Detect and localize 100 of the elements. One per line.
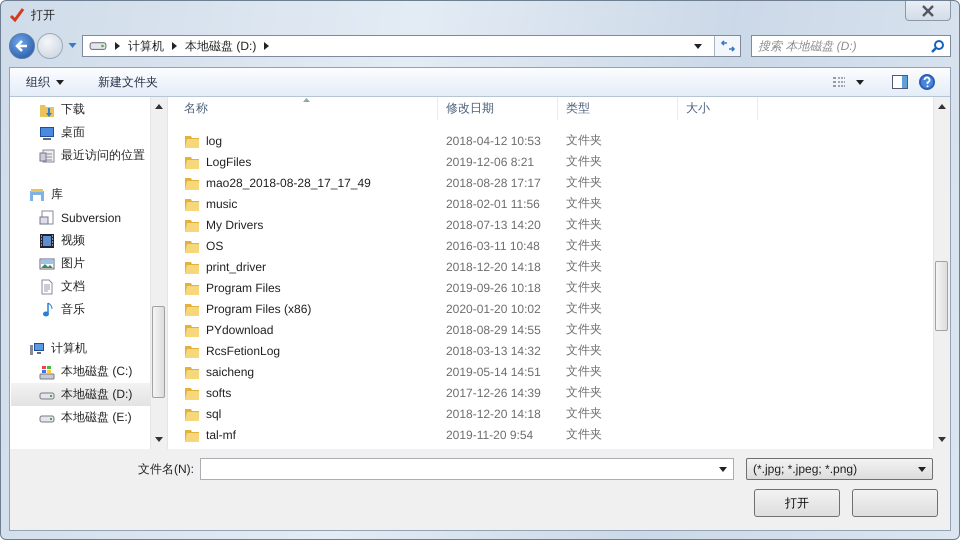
- table-cell: 文件夹: [566, 237, 602, 254]
- organize-button[interactable]: 组织: [20, 70, 70, 94]
- file-name[interactable]: sql: [206, 406, 222, 420]
- film-icon: [39, 232, 55, 248]
- scroll-down-arrow-icon[interactable]: [155, 437, 163, 442]
- scrollbar[interactable]: [150, 97, 167, 449]
- back-button[interactable]: [9, 33, 35, 59]
- picture-icon: [39, 256, 55, 272]
- computer-icon: [29, 340, 45, 356]
- filename-field[interactable]: [200, 458, 734, 480]
- table-cell: 文件夹: [566, 258, 602, 275]
- file-name[interactable]: mao28_2018-08-28_17_17_49: [206, 176, 371, 190]
- checkmark-icon: [9, 7, 25, 23]
- scrollbar-thumb[interactable]: [152, 306, 165, 398]
- library-icon: [29, 186, 45, 202]
- filename-label: 文件名(N):: [137, 460, 194, 478]
- dropdown-caret-icon: [918, 466, 926, 472]
- sidebar-item[interactable]: 视频: [11, 229, 150, 252]
- sidebar-item[interactable]: 图片: [11, 252, 150, 275]
- file-name[interactable]: softs: [206, 386, 232, 400]
- refresh-button[interactable]: [714, 36, 740, 56]
- sidebar-item[interactable]: 本地磁盘 (D:): [11, 383, 150, 406]
- file-name[interactable]: Program Files: [206, 280, 281, 294]
- breadcrumb[interactable]: 本地磁盘 (D:): [185, 38, 256, 54]
- table-cell: 文件夹: [566, 363, 602, 380]
- column-header[interactable]: 名称: [168, 97, 438, 120]
- sidebar-item[interactable]: 桌面: [11, 121, 150, 144]
- table-cell: 2018-12-20 14:18: [446, 260, 541, 274]
- caret-icon[interactable]: [856, 80, 864, 84]
- table-cell: 2018-04-12 10:53: [446, 134, 541, 148]
- table-cell: 文件夹: [566, 279, 602, 296]
- close-button[interactable]: [905, 1, 951, 21]
- sidebar-item[interactable]: 本地磁盘 (C:): [11, 360, 150, 383]
- table-cell: 2018-12-20 14:18: [446, 406, 541, 420]
- table-cell: 文件夹: [566, 384, 602, 401]
- sidebar-item[interactable]: 计算机: [11, 337, 150, 360]
- drive-icon: [89, 40, 107, 52]
- file-name[interactable]: OS: [206, 238, 224, 252]
- table-cell: 文件夹: [566, 342, 602, 359]
- file-name[interactable]: music: [206, 196, 238, 210]
- table-cell: 文件夹: [566, 174, 602, 191]
- file-name[interactable]: PYdownload: [206, 322, 274, 336]
- scroll-up-arrow-icon[interactable]: [155, 104, 163, 109]
- file-name[interactable]: print_driver: [206, 260, 266, 274]
- sidebar-item[interactable]: 音乐: [11, 298, 150, 321]
- file-name[interactable]: Program Files (x86): [206, 302, 312, 316]
- breadcrumb[interactable]: 计算机: [128, 38, 164, 54]
- dialog-button[interactable]: [852, 489, 938, 517]
- close-icon: [921, 4, 935, 16]
- preview-pane-icon[interactable]: [892, 75, 908, 89]
- back-arrow-icon: [14, 38, 30, 54]
- dropdown-caret-icon[interactable]: [694, 44, 702, 48]
- open-button[interactable]: 打开: [754, 489, 840, 517]
- table-cell: 文件夹: [566, 216, 602, 233]
- sidebar-item[interactable]: 库: [11, 183, 150, 206]
- sidebar-item[interactable]: 本地磁盘 (E:): [11, 406, 150, 429]
- file-name[interactable]: tal-mf: [206, 428, 236, 442]
- sidebar-item[interactable]: 文档: [11, 275, 150, 298]
- table-cell: 2019-05-14 14:51: [446, 364, 541, 378]
- table-cell: 文件夹: [566, 321, 602, 338]
- new-folder-button[interactable]: 新建文件夹: [92, 70, 164, 94]
- document-icon: [39, 278, 55, 294]
- scrollbar[interactable]: [933, 97, 950, 449]
- table-cell: 文件夹: [566, 405, 602, 422]
- help-icon[interactable]: [918, 73, 936, 91]
- window-title: 打开: [31, 6, 55, 24]
- chevron-icon[interactable]: [115, 42, 120, 50]
- chevron-icon[interactable]: [172, 42, 177, 50]
- sidebar-item[interactable]: 下载: [11, 98, 150, 121]
- file-name[interactable]: saicheng: [206, 364, 254, 378]
- table-cell: 2018-03-13 14:32: [446, 344, 541, 358]
- table-cell: 2018-02-01 11:56: [446, 196, 540, 210]
- file-name[interactable]: log: [206, 134, 222, 148]
- sidebar-item[interactable]: Subversion: [11, 206, 150, 229]
- sidebar-item[interactable]: 最近访问的位置: [11, 144, 150, 167]
- file-name[interactable]: RcsFetionLog: [206, 344, 280, 358]
- view-list-icon[interactable]: [832, 76, 846, 88]
- table-cell: 文件夹: [566, 300, 602, 317]
- file-name[interactable]: LogFiles: [206, 154, 252, 168]
- scroll-up-arrow-icon[interactable]: [938, 104, 946, 109]
- table-cell: 文件夹: [566, 195, 602, 212]
- scrollbar-thumb[interactable]: [935, 261, 948, 331]
- file-type-dropdown[interactable]: (*.jpg; *.jpeg; *.png): [746, 458, 933, 480]
- caret-icon: [56, 80, 64, 84]
- table-cell: 2016-03-11 10:48: [446, 238, 540, 252]
- system-drive-icon: [39, 364, 55, 380]
- document-library-icon: [39, 210, 55, 226]
- table-cell: 2019-11-20 9:54: [446, 428, 534, 442]
- column-header[interactable]: 类型: [558, 97, 678, 120]
- sort-arrow-icon: [302, 98, 310, 102]
- file-name[interactable]: My Drivers: [206, 218, 264, 232]
- table-cell: 文件夹: [566, 153, 602, 170]
- chevron-icon[interactable]: [264, 42, 270, 50]
- column-header[interactable]: 修改日期: [438, 97, 558, 120]
- search-field[interactable]: 搜索 本地磁盘 (D:): [751, 35, 951, 57]
- scroll-down-arrow-icon[interactable]: [938, 437, 946, 442]
- column-header[interactable]: 大小: [678, 97, 758, 120]
- table-cell: 2018-08-28 17:17: [446, 176, 541, 190]
- address-bar[interactable]: 计算机 本地磁盘 (D:): [82, 35, 741, 57]
- table-cell: 文件夹: [566, 132, 602, 149]
